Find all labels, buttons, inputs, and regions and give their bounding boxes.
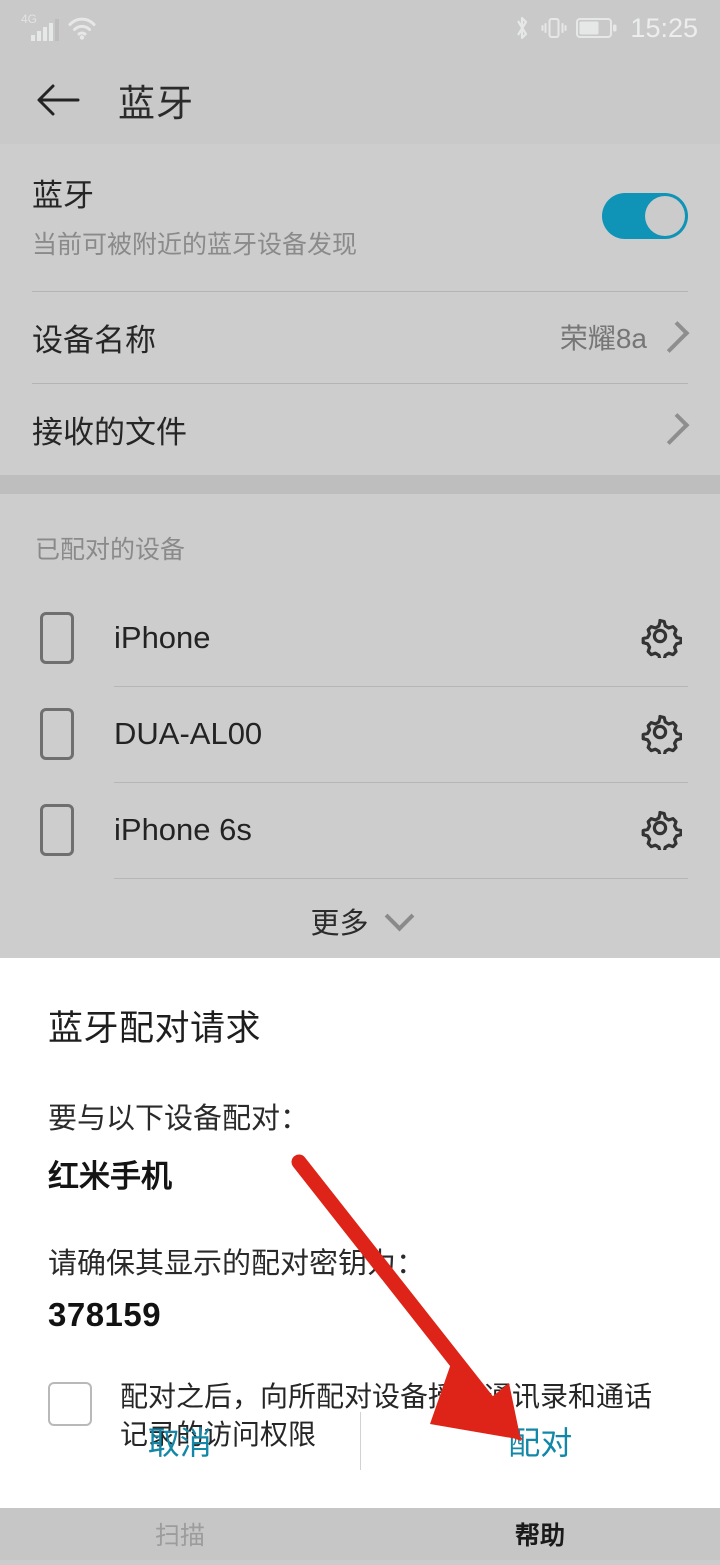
- bluetooth-label: 蓝牙: [32, 170, 357, 215]
- status-bar-right: 15:25: [512, 13, 698, 44]
- paired-devices-header: 已配对的设备: [32, 494, 688, 590]
- device-name-row[interactable]: 设备名称 荣耀8a: [32, 291, 688, 383]
- vibrate-icon: [541, 14, 567, 42]
- more-label: 更多: [310, 900, 368, 942]
- bluetooth-row-texts: 蓝牙 当前可被附近的蓝牙设备发现: [32, 170, 357, 261]
- device-label: iPhone: [114, 620, 638, 656]
- toggle-knob: [645, 196, 685, 236]
- pair-with-label: 要与以下设备配对：: [48, 1095, 672, 1137]
- gear-icon[interactable]: [638, 710, 682, 759]
- page-title: 蓝牙: [118, 73, 194, 127]
- network-type-label: 4G: [21, 13, 37, 25]
- scan-button[interactable]: 扫描: [0, 1516, 360, 1552]
- device-label: iPhone 6s: [114, 812, 638, 848]
- pair-button[interactable]: 配对: [361, 1404, 720, 1478]
- battery-icon: [576, 16, 618, 40]
- bluetooth-toggle-row[interactable]: 蓝牙 当前可被附近的蓝牙设备发现: [32, 144, 688, 291]
- paired-devices-section: 已配对的设备 iPhone DUA-AL00 iPhone 6s: [0, 494, 720, 964]
- list-item[interactable]: DUA-AL00: [32, 686, 688, 782]
- phone-icon: [40, 708, 74, 760]
- help-button[interactable]: 帮助: [360, 1516, 720, 1552]
- received-files-label: 接收的文件: [32, 407, 187, 452]
- back-arrow-icon: [36, 83, 82, 117]
- status-bar-clock: 15:25: [630, 13, 698, 44]
- chevron-right-icon: [658, 321, 690, 353]
- chevron-right-icon: [658, 413, 690, 445]
- bluetooth-pairing-dialog: 蓝牙配对请求 要与以下设备配对： 红米手机 请确保其显示的配对密钥为： 3781…: [0, 958, 720, 1508]
- received-files-row[interactable]: 接收的文件: [32, 383, 688, 475]
- status-bar: 4G 15:25: [0, 0, 720, 56]
- cancel-button[interactable]: 取消: [0, 1404, 360, 1478]
- passkey-label: 请确保其显示的配对密钥为：: [48, 1240, 672, 1282]
- received-files-right: [665, 415, 688, 443]
- bluetooth-icon: [512, 14, 532, 42]
- section-divider: [0, 475, 720, 494]
- phone-icon: [40, 804, 74, 856]
- gear-icon[interactable]: [638, 806, 682, 855]
- pair-device-name: 红米手机: [48, 1151, 672, 1196]
- signal-icon: 4G: [20, 15, 59, 41]
- back-button[interactable]: [36, 77, 82, 123]
- more-devices-button[interactable]: 更多: [32, 878, 688, 964]
- status-bar-left: 4G: [20, 15, 97, 41]
- dialog-actions: 取消 配对: [0, 1404, 720, 1478]
- device-name-label: 设备名称: [32, 315, 156, 360]
- device-name-right: 荣耀8a: [560, 317, 688, 357]
- list-item[interactable]: iPhone 6s: [32, 782, 688, 878]
- list-item[interactable]: iPhone: [32, 590, 688, 686]
- bluetooth-sublabel: 当前可被附近的蓝牙设备发现: [32, 225, 357, 261]
- bluetooth-toggle-switch[interactable]: [602, 193, 688, 239]
- wifi-icon: [67, 15, 97, 41]
- bottom-tab-bar: 扫描 帮助: [0, 1508, 720, 1560]
- device-label: DUA-AL00: [114, 716, 638, 752]
- chevron-down-icon: [384, 902, 414, 932]
- bluetooth-settings-card: 蓝牙 当前可被附近的蓝牙设备发现 设备名称 荣耀8a 接收的文件: [0, 144, 720, 475]
- device-name-value: 荣耀8a: [560, 317, 647, 357]
- gear-icon[interactable]: [638, 614, 682, 663]
- app-title-bar: 蓝牙: [0, 56, 720, 144]
- passkey-value: 378159: [48, 1296, 672, 1334]
- phone-icon: [40, 612, 74, 664]
- dialog-title: 蓝牙配对请求: [48, 958, 672, 1051]
